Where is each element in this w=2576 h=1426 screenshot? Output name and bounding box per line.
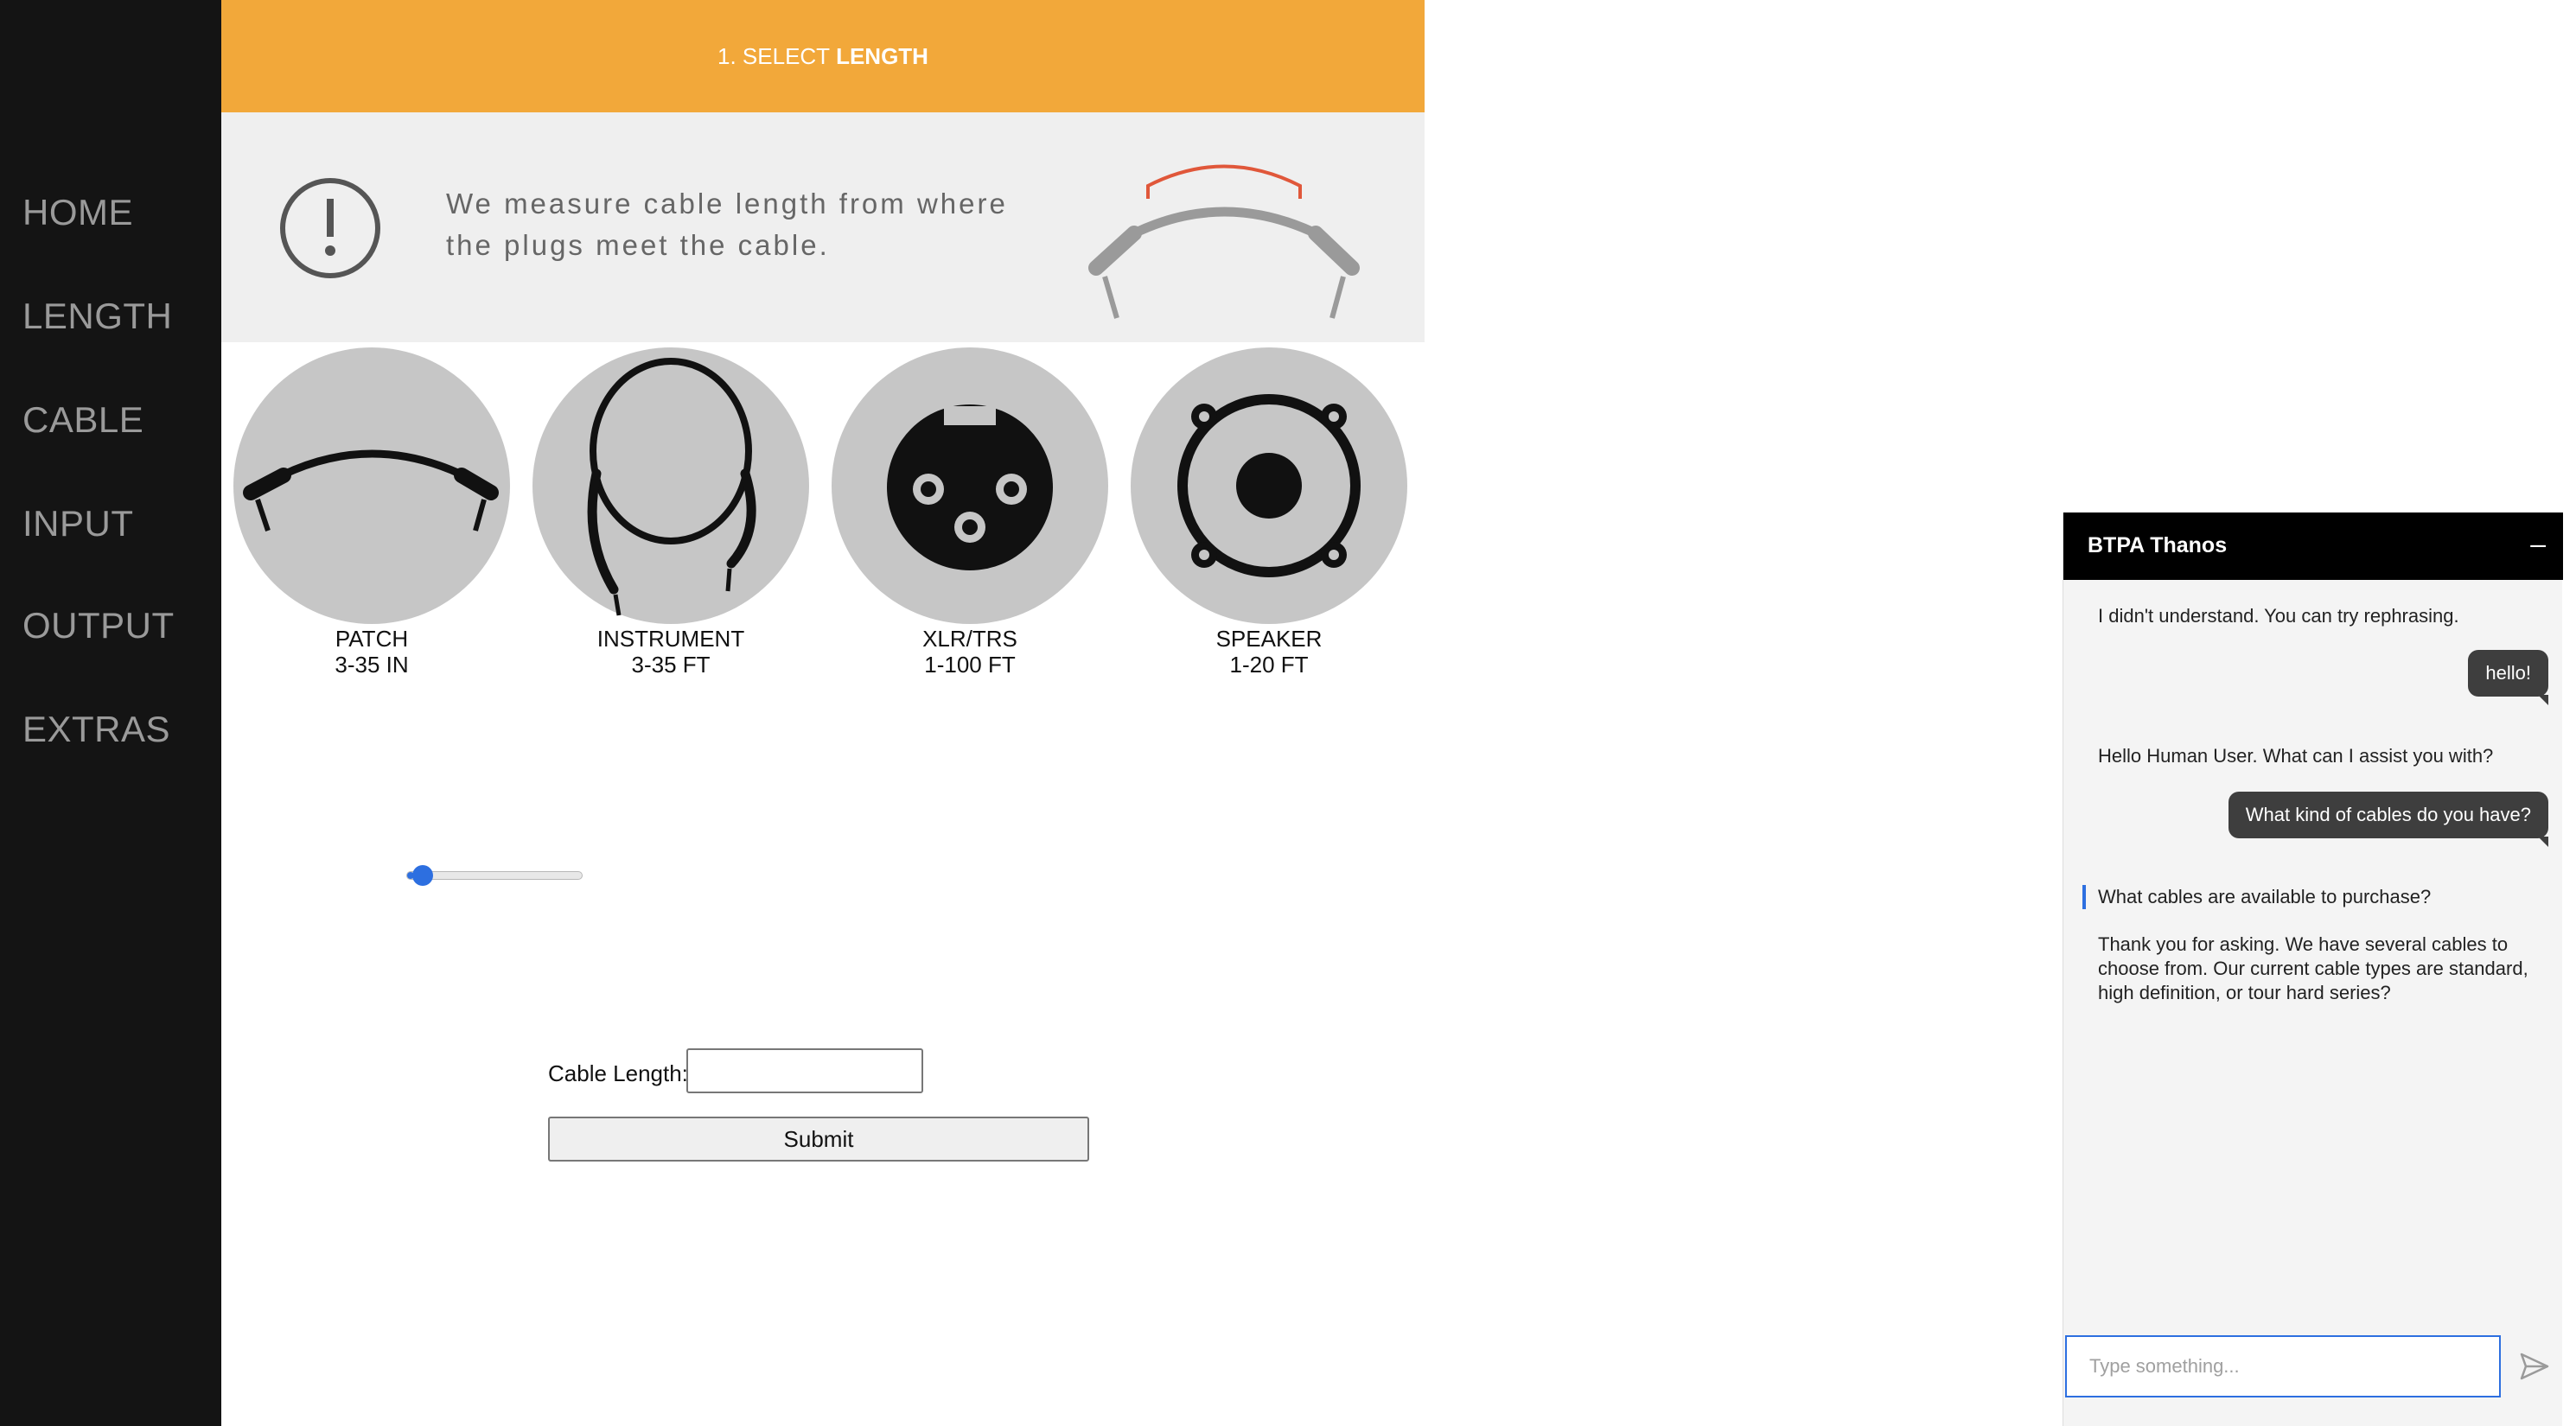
xlr-option-circle: [832, 347, 1108, 624]
cable-option-speaker[interactable]: SPEAKER 1-20 FT: [1131, 347, 1407, 693]
speaker-icon: [1177, 394, 1361, 577]
submit-button[interactable]: Submit: [548, 1117, 1089, 1162]
chat-title: BTPA Thanos: [2088, 533, 2228, 557]
step-header: 1. SELECT LENGTH: [221, 0, 1425, 112]
instrument-cable-icon: [587, 358, 756, 616]
cable-option-patch[interactable]: PATCH 3-35 IN: [233, 347, 510, 693]
nav-item-home[interactable]: HOME: [22, 192, 133, 233]
cable-length-input[interactable]: [686, 1048, 923, 1093]
instrument-option-range: 3-35 FT: [631, 652, 711, 678]
patch-option-name: PATCH: [335, 626, 409, 652]
chat-user-message: hello!: [2468, 650, 2548, 705]
instrument-option-name: INSTRUMENT: [596, 626, 745, 652]
measurement-info-text: We measure cable length from where the p…: [446, 183, 1068, 266]
info-text-line2: the plugs meet the cable.: [446, 229, 830, 261]
exclamation-icon: [280, 178, 380, 278]
nav-item-input[interactable]: INPUT: [22, 503, 134, 544]
chat-header: BTPA Thanos –: [2063, 512, 2563, 580]
send-icon[interactable]: [2509, 1342, 2558, 1391]
xlr-option-name: XLR/TRS: [922, 626, 1017, 652]
patch-option-range: 3-35 IN: [335, 652, 409, 678]
cable-option-xlr-trs[interactable]: XLR/TRS 1-100 FT: [832, 347, 1108, 693]
nav-item-length[interactable]: LENGTH: [22, 296, 172, 337]
chat-widget: BTPA Thanos – I didn't understand. You c…: [2063, 512, 2563, 1426]
measurement-info-banner: We measure cable length from where the p…: [221, 112, 1425, 342]
info-text-line1: We measure cable length from where: [446, 188, 1008, 220]
cable-option-instrument[interactable]: INSTRUMENT 3-35 FT: [532, 347, 809, 693]
patch-option-circle: [233, 347, 510, 624]
nav-item-output[interactable]: OUTPUT: [22, 605, 175, 646]
xlr-connector-icon: [887, 404, 1053, 570]
speaker-option-circle: [1131, 347, 1407, 624]
patch-cable-icon: [243, 449, 499, 532]
length-slider-thumb[interactable]: [412, 865, 434, 886]
chat-user-message: What kind of cables do you have?: [2228, 792, 2549, 847]
cable-length-label: Cable Length:: [548, 1060, 688, 1086]
chat-minimize-button[interactable]: –: [2530, 528, 2546, 560]
xlr-option-range: 1-100 FT: [924, 652, 1016, 678]
chat-bot-message: Hello Human User. What can I assist you …: [2098, 745, 2494, 767]
speaker-option-name: SPEAKER: [1215, 626, 1323, 652]
cable-measurement-diagram-icon: [1088, 164, 1360, 319]
chat-message-input[interactable]: [2065, 1335, 2501, 1397]
step-prefix: 1. SELECT: [717, 42, 831, 69]
chat-bot-message: Thank you for asking. We have several ca…: [2098, 933, 2528, 1003]
speaker-option-range: 1-20 FT: [1229, 652, 1309, 678]
chat-message-accent-bar: [2082, 885, 2086, 909]
chat-bot-question: What cables are available to purchase?: [2098, 886, 2432, 907]
instrument-option-circle: [532, 347, 809, 624]
nav-item-extras[interactable]: EXTRAS: [22, 709, 170, 750]
step-title: LENGTH: [836, 42, 928, 69]
sidebar-nav: HOME LENGTH CABLE INPUT OUTPUT EXTRAS: [0, 0, 221, 1426]
chat-bot-message: I didn't understand. You can try rephras…: [2098, 605, 2459, 627]
nav-item-cable[interactable]: CABLE: [22, 399, 143, 441]
